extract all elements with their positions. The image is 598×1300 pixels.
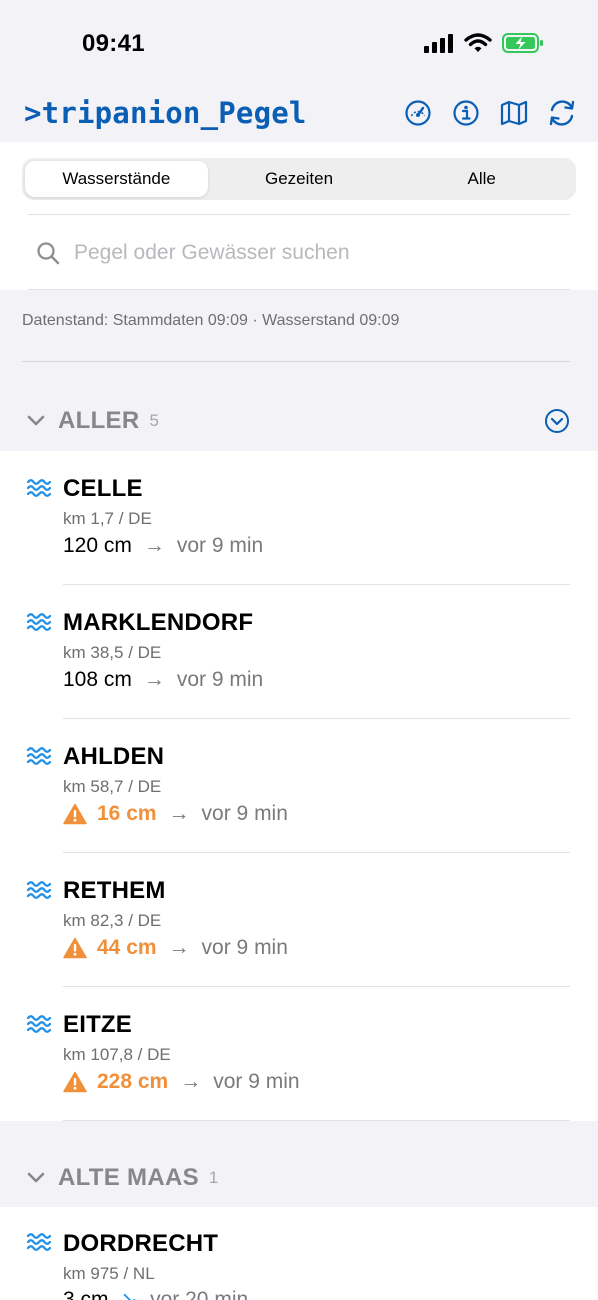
water-waves-icon — [26, 479, 52, 497]
arrow-right-icon: → — [143, 534, 165, 557]
level-line: 3 cm ↘ vor 20 min — [63, 1287, 248, 1300]
level-line: 108 cm → vor 9 min — [63, 668, 263, 692]
water-level: 120 cm — [63, 534, 132, 557]
station-meta: km 975 / NL — [63, 1264, 155, 1283]
water-level: 44 cm — [97, 936, 157, 959]
station-meta: km 107,8 / DE — [63, 1045, 171, 1064]
arrow-down-right-icon: ↘ — [120, 1288, 139, 1300]
station-meta: km 1,7 / DE — [63, 509, 152, 528]
update-age: vor 9 min — [213, 1070, 300, 1093]
water-waves-icon — [26, 747, 52, 765]
divider — [28, 289, 570, 290]
list-item[interactable]: CELLE km 1,7 / DE 120 cm → vor 9 min — [0, 451, 598, 585]
list-item[interactable]: EITZE km 107,8 / DE 228 cm → vor 9 min — [0, 987, 598, 1121]
top-panel: Wasserstände Gezeiten Alle — [0, 142, 598, 290]
warning-icon — [63, 803, 87, 825]
tab-gezeiten[interactable]: Gezeiten — [208, 161, 391, 197]
station-name: CELLE — [63, 475, 143, 502]
water-waves-icon — [26, 1233, 52, 1251]
group-name: ALLER — [58, 407, 140, 434]
group-header-alte-maas[interactable]: ALTE MAAS 1 — [0, 1149, 598, 1207]
station-name: AHLDEN — [63, 743, 165, 770]
collapse-circle-icon[interactable] — [544, 408, 570, 434]
segmented-control: Wasserstände Gezeiten Alle — [22, 158, 576, 200]
list-item[interactable]: AHLDEN km 58,7 / DE 16 cm → vor 9 min — [0, 719, 598, 853]
divider — [28, 214, 570, 215]
group-header-aller[interactable]: ALLER 5 — [0, 392, 598, 450]
gauge-icon — [405, 100, 431, 126]
search-icon — [37, 242, 60, 265]
warning-icon — [63, 1071, 87, 1093]
arrow-right-icon: → — [168, 802, 190, 825]
data-status-text: Datenstand: Stammdaten 09:09 · Wassersta… — [22, 312, 400, 329]
water-waves-icon — [26, 613, 52, 631]
list-item[interactable]: RETHEM km 82,3 / DE 44 cm → vor 9 min — [0, 853, 598, 987]
divider — [63, 1120, 570, 1121]
info-button[interactable] — [450, 96, 482, 130]
water-waves-icon — [26, 881, 52, 899]
water-level: 228 cm — [97, 1070, 169, 1093]
app-title: >tripanion_Pegel — [24, 96, 307, 130]
group-name: ALTE MAAS — [58, 1164, 199, 1191]
level-line: 16 cm → vor 9 min — [63, 802, 288, 826]
signal-icon — [424, 34, 453, 53]
tab-alle[interactable]: Alle — [390, 161, 573, 197]
list-item[interactable]: MARKLENDORF km 38,5 / DE 108 cm → vor 9 … — [0, 585, 598, 719]
arrow-right-icon: → — [180, 1070, 202, 1093]
divider — [22, 361, 570, 362]
search-bar[interactable] — [36, 236, 570, 270]
toolbar — [402, 96, 578, 130]
water-level: 3 cm — [63, 1287, 109, 1300]
map-button[interactable] — [498, 96, 530, 130]
group-count: 1 — [208, 1168, 219, 1187]
map-icon — [500, 100, 528, 126]
gauge-button[interactable] — [402, 96, 434, 130]
arrow-right-icon: → — [143, 668, 165, 691]
level-line: 228 cm → vor 9 min — [63, 1070, 300, 1094]
refresh-button[interactable] — [546, 96, 578, 130]
group-count: 5 — [149, 411, 159, 430]
info-icon — [453, 100, 479, 126]
chevron-down-icon[interactable] — [26, 414, 48, 428]
station-name: EITZE — [63, 1011, 133, 1038]
level-line: 44 cm → vor 9 min — [63, 936, 288, 960]
update-age: vor 9 min — [201, 802, 288, 825]
station-name: RETHEM — [63, 877, 166, 904]
update-age: vor 20 min — [150, 1287, 249, 1300]
warning-icon — [63, 937, 87, 959]
battery-icon — [502, 33, 543, 53]
update-age: vor 9 min — [176, 534, 264, 557]
station-meta: km 58,7 / DE — [63, 777, 162, 796]
station-list-alte-maas: DORDRECHT km 975 / NL 3 cm ↘ vor 20 min — [0, 1207, 598, 1300]
update-age: vor 9 min — [176, 668, 264, 691]
tab-wasserstaende[interactable]: Wasserstände — [25, 161, 208, 197]
station-meta: km 82,3 / DE — [63, 911, 162, 930]
chevron-down-icon[interactable] — [26, 1171, 48, 1185]
station-name: DORDRECHT — [63, 1230, 219, 1257]
water-level: 108 cm — [63, 668, 132, 691]
station-meta: km 38,5 / DE — [63, 643, 162, 662]
wifi-icon — [464, 33, 492, 52]
water-level: 16 cm — [97, 802, 157, 825]
refresh-icon — [549, 100, 575, 126]
status-icons — [424, 32, 544, 54]
status-time: 09:41 — [82, 30, 145, 57]
update-age: vor 9 min — [201, 936, 288, 959]
list-item[interactable]: DORDRECHT km 975 / NL 3 cm ↘ vor 20 min — [0, 1207, 598, 1300]
water-waves-icon — [26, 1015, 52, 1033]
station-name: MARKLENDORF — [63, 609, 254, 636]
search-input[interactable] — [74, 241, 554, 265]
arrow-right-icon: → — [168, 936, 190, 959]
status-bar: 09:41 — [0, 0, 598, 90]
level-line: 120 cm → vor 9 min — [63, 534, 263, 558]
station-list-aller: CELLE km 1,7 / DE 120 cm → vor 9 min MAR… — [0, 451, 598, 1121]
